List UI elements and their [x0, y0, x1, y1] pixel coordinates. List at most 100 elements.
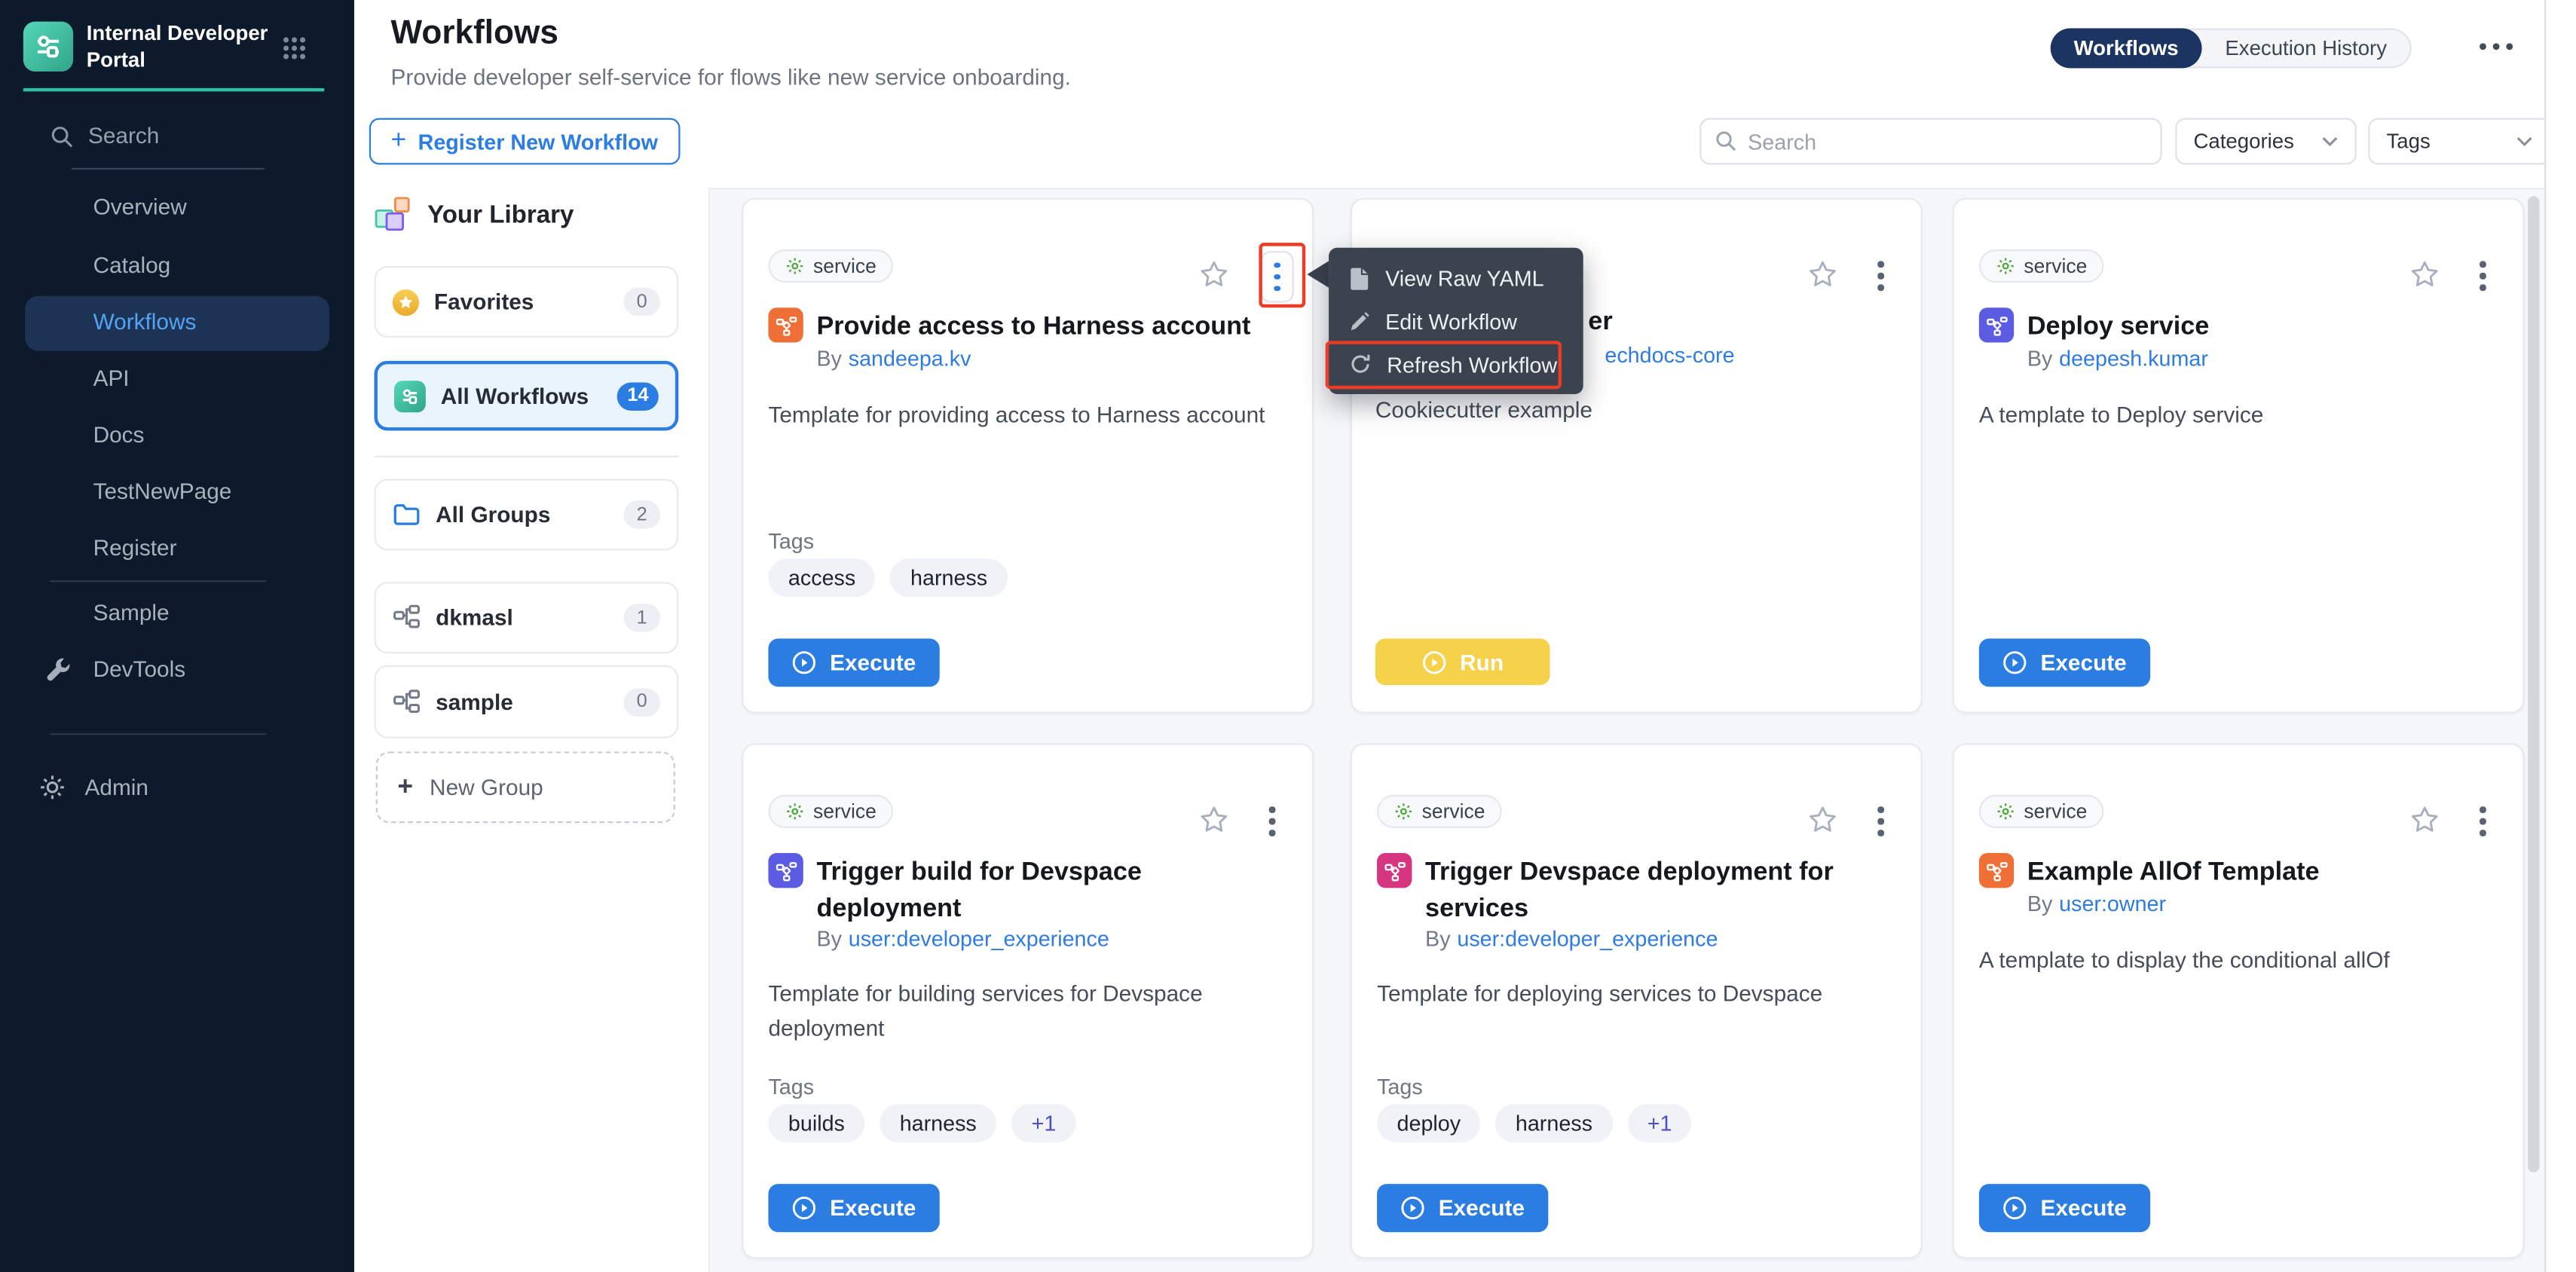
tags-label: Tags [768, 1074, 814, 1099]
card-menu-kebab[interactable] [2480, 806, 2486, 836]
tag-more-chip[interactable]: +1 [1627, 1104, 1692, 1142]
card-menu-kebab[interactable] [2480, 261, 2486, 290]
sidebar-item-devtools[interactable]: DevTools [0, 650, 354, 690]
card-menu-kebab[interactable] [1877, 806, 1883, 836]
workflow-card: service Trigger Devspace deployment for … [1351, 743, 1923, 1258]
sidebar-item-catalog[interactable]: Catalog [0, 246, 354, 286]
app-switcher-icon[interactable] [281, 35, 307, 61]
favorite-star-icon[interactable] [2409, 259, 2440, 289]
sidebar-item-api[interactable]: API [0, 359, 354, 399]
service-gear-icon [785, 256, 805, 276]
owner-link[interactable]: deepesh.kumar [2059, 346, 2208, 371]
tag-chip: builds [768, 1104, 864, 1142]
play-icon [2002, 1196, 2027, 1221]
workflow-description: A template to display the conditional al… [1979, 944, 2493, 978]
page-title: Workflows [391, 15, 558, 54]
play-icon [1400, 1196, 1425, 1221]
pencil-icon [1349, 310, 1371, 332]
owner-link[interactable]: user:owner [2059, 891, 2166, 916]
menu-item-view-raw-yaml[interactable]: View Raw YAML [1329, 256, 1583, 299]
run-button[interactable]: Run [1375, 638, 1550, 685]
workflow-card: service Provide access to Harness accoun… [742, 198, 1314, 714]
library-item-all-groups[interactable]: All Groups 2 [374, 479, 678, 551]
workflow-description: Template for providing access to Harness… [768, 399, 1282, 433]
owner-link[interactable]: sandeepa.kv [849, 346, 971, 371]
register-new-workflow-button[interactable]: + Register New Workflow [369, 118, 680, 165]
more-options-icon[interactable] [2480, 43, 2513, 50]
sidebar-item-testnewpage[interactable]: TestNewPage [0, 472, 354, 512]
card-menu-kebab[interactable] [1269, 806, 1275, 836]
service-gear-icon [1996, 256, 2015, 276]
execute-button[interactable]: Execute [768, 1184, 939, 1232]
hidden-card-description: Cookiecutter example [1375, 397, 1592, 422]
document-icon [1349, 265, 1371, 290]
sidebar-accent-line [23, 88, 324, 91]
workflow-title: Trigger build for Devspace deployment [816, 855, 1282, 928]
brand: Internal DeveloperPortal [23, 22, 283, 73]
page-scrollbar-track [2544, 0, 2576, 1272]
workflow-byline: Byuser:owner [2027, 891, 2166, 916]
tag-chip: access [768, 558, 875, 597]
workflow-description: Template for building services for Devsp… [768, 977, 1282, 1045]
workflow-type-icon [768, 307, 803, 342]
chevron-down-icon [2516, 136, 2533, 147]
tag-chip: harness [880, 1104, 996, 1142]
workflow-type-icon [1377, 853, 1412, 888]
workflow-title: Example AllOf Template [2027, 855, 2493, 891]
execute-button[interactable]: Execute [1979, 638, 2150, 686]
sidebar-item-register[interactable]: Register [0, 529, 354, 569]
search-input[interactable] [1748, 129, 2147, 154]
execute-button[interactable]: Execute [768, 638, 939, 686]
workflow-type-icon [1979, 307, 2014, 342]
toggle-execution-history[interactable]: Execution History [2202, 37, 2410, 60]
favorite-star-icon[interactable] [1199, 259, 1229, 289]
categories-dropdown[interactable]: Categories [2175, 118, 2357, 165]
tags-dropdown[interactable]: Tags [2368, 118, 2551, 165]
category-pill: service [1979, 795, 2104, 828]
library-item-group[interactable]: sample 0 [374, 665, 678, 738]
annotation-box-refresh-workflow [1326, 341, 1562, 389]
library-item-favorites[interactable]: Favorites 0 [374, 266, 678, 338]
play-icon [1421, 650, 1446, 674]
sidebar-item-sample[interactable]: Sample [0, 594, 354, 634]
favorite-star-icon[interactable] [1808, 805, 1838, 835]
workflow-description: Template for deploying services to Devsp… [1377, 977, 1891, 1011]
hidden-card-title-fragment: er [1588, 307, 1612, 338]
workflow-type-icon [1979, 853, 2014, 888]
sidebar-item-overview[interactable]: Overview [0, 188, 354, 228]
service-gear-icon [1996, 802, 2015, 821]
execute-button[interactable]: Execute [1377, 1184, 1548, 1232]
workflow-card: service Trigger build for Devspace deplo… [742, 743, 1314, 1258]
count-badge: 0 [623, 288, 660, 316]
favorite-star-icon[interactable] [1808, 259, 1838, 289]
library-item-group[interactable]: dkmasl 1 [374, 582, 678, 653]
gear-icon [38, 773, 69, 803]
favorite-star-icon[interactable] [2409, 805, 2440, 835]
owner-link[interactable]: user:developer_experience [849, 926, 1109, 951]
group-hierarchy-icon [393, 604, 421, 632]
plus-icon: + [391, 126, 407, 156]
tag-row: access harness [768, 558, 1007, 597]
category-pill: service [1979, 249, 2104, 283]
content-scrollbar-thumb[interactable] [2528, 196, 2539, 1172]
new-group-button[interactable]: + New Group [376, 751, 675, 823]
workflow-card: service Example AllOf Template Byuser:ow… [1953, 743, 2525, 1258]
workflow-title: Trigger Devspace deployment for services [1425, 855, 1891, 928]
owner-link[interactable]: user:developer_experience [1457, 926, 1718, 951]
library-title: Your Library [427, 201, 574, 230]
sidebar-item-workflows[interactable]: Workflows [0, 303, 354, 343]
toggle-workflows[interactable]: Workflows [2051, 29, 2202, 69]
tag-more-chip[interactable]: +1 [1011, 1104, 1076, 1142]
brand-title: Internal DeveloperPortal [87, 22, 283, 73]
tags-label: Tags [1377, 1074, 1423, 1099]
execute-button[interactable]: Execute [1979, 1184, 2150, 1232]
favorite-star-icon[interactable] [1199, 805, 1229, 835]
menu-item-edit-workflow[interactable]: Edit Workflow [1329, 299, 1583, 342]
sidebar-item-docs[interactable]: Docs [0, 416, 354, 456]
sidebar-item-admin[interactable]: Admin [0, 768, 354, 808]
card-menu-kebab[interactable] [1877, 261, 1883, 290]
workflow-byline: Bysandeepa.kv [816, 346, 971, 371]
library-item-all-workflows[interactable]: All Workflows 14 [374, 361, 678, 431]
hidden-card-owner-fragment[interactable]: echdocs-core [1605, 343, 1734, 368]
workflow-byline: Byuser:developer_experience [1425, 926, 1718, 951]
